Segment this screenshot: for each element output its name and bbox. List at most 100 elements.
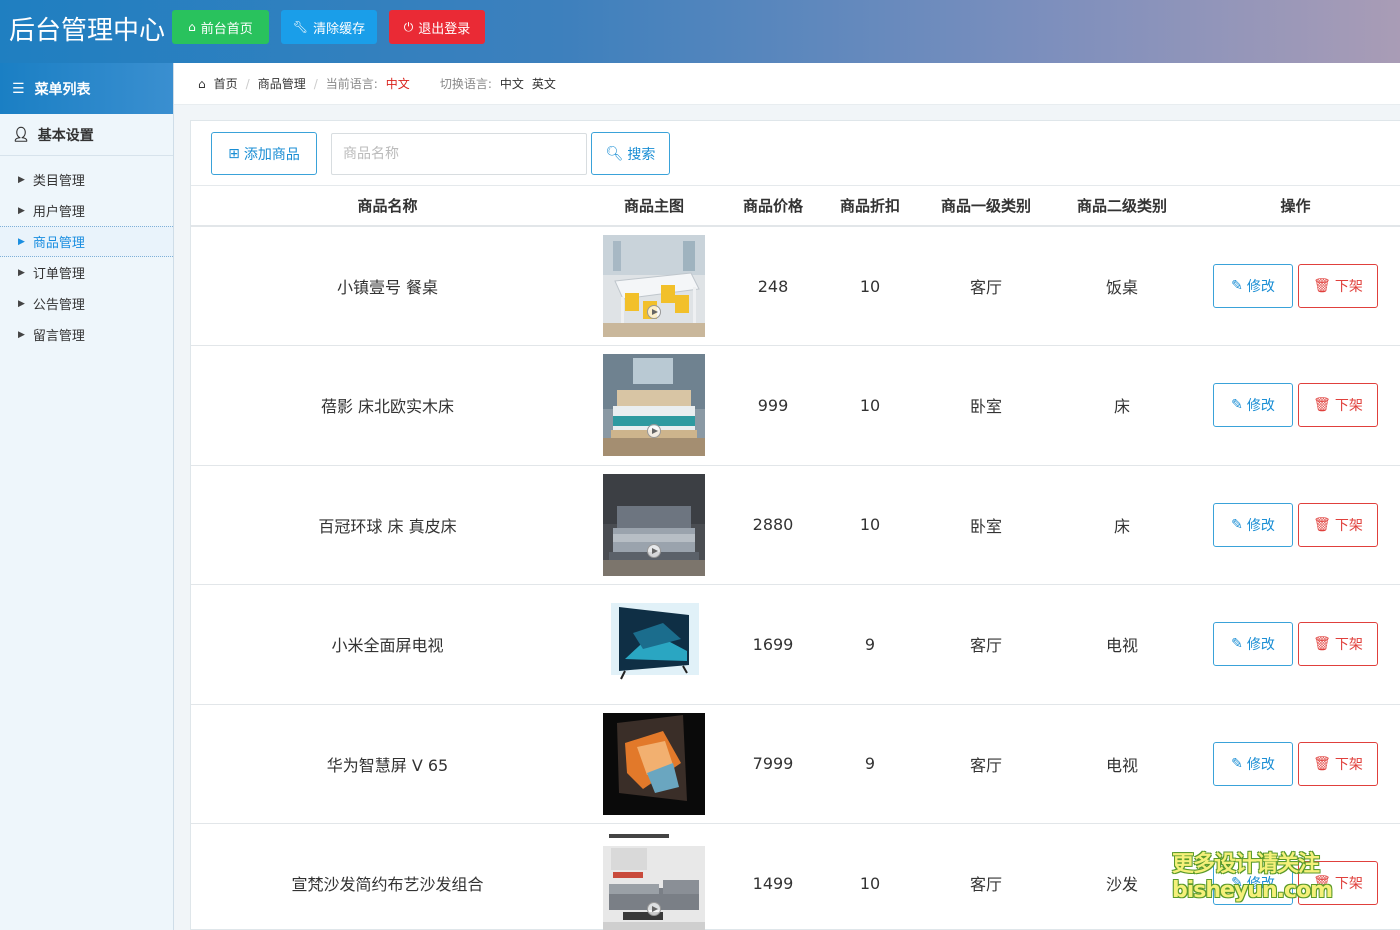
table-row: 蓓影 床北欧实木床 999 10 卧室 床 ✎ 修改 🗑︎ 下架 [191, 345, 1400, 466]
product-name: 小米全面屏电视 [191, 584, 584, 705]
product-discount: 10 [822, 823, 918, 930]
product-category2: 床 [1054, 345, 1190, 466]
edit-icon: ✎ [1231, 636, 1243, 653]
delist-button[interactable]: 🗑︎ 下架 [1298, 383, 1378, 428]
breadcrumb-current[interactable]: 商品管理 [258, 75, 306, 92]
power-icon: ⏻ [403, 19, 414, 34]
sidebar-item-category[interactable]: ▶ 类目管理 [0, 164, 173, 195]
logout-button[interactable]: ⏻ 退出登录 [389, 10, 485, 44]
edit-button[interactable]: ✎ 修改 [1213, 741, 1293, 786]
edit-button[interactable]: ✎ 修改 [1213, 383, 1293, 428]
product-image-wood-bed[interactable] [603, 354, 705, 457]
home-button[interactable]: ⌂ 前台首页 [172, 10, 269, 44]
caret-right-icon: ▶ [18, 267, 25, 278]
product-discount: 10 [822, 345, 918, 466]
product-image-tv-blue[interactable] [603, 593, 705, 696]
delist-label: 下架 [1334, 398, 1363, 415]
product-category1: 客厅 [918, 823, 1054, 930]
product-category1: 卧室 [918, 465, 1054, 585]
product-category1: 卧室 [918, 345, 1054, 466]
switch-language-zh[interactable]: 中文 [500, 75, 524, 92]
edit-icon: ✎ [1231, 278, 1243, 294]
play-icon [647, 543, 661, 558]
home-icon: ⌂ [198, 76, 206, 91]
product-image-dining-table[interactable] [603, 235, 705, 337]
product-name: 小镇壹号 餐桌 [191, 226, 584, 346]
table-row: 小镇壹号 餐桌 248 10 客厅 饭桌 ✎ 修改 🗑︎ 下架 [191, 226, 1400, 346]
breadcrumb-separator: / [245, 76, 250, 91]
section-label: 基本设置 [37, 127, 94, 144]
caret-right-icon: ▶ [18, 174, 25, 185]
product-image-tv-orange[interactable] [603, 712, 705, 815]
product-category2: 电视 [1054, 704, 1190, 824]
trash-icon: 🗑︎ [1313, 636, 1331, 653]
top-header: 后台管理中心 ⌂ 前台首页 🔧︎ 清除缓存 ⏻ 退出登录 [0, 0, 1400, 63]
product-discount: 10 [822, 465, 918, 585]
sidebar-item-messages[interactable]: ▶ 留言管理 [0, 319, 173, 350]
product-discount: 9 [822, 584, 918, 705]
breadcrumb-separator: / [313, 76, 318, 91]
column-header-category2: 商品二级类别 [1054, 186, 1190, 227]
product-table: 商品名称 商品主图 商品价格 商品折扣 商品一级类别 商品二级类别 操作 小镇壹… [191, 186, 1400, 930]
user-icon: 👤︎ [12, 126, 30, 143]
add-product-label: 添加商品 [243, 146, 300, 163]
product-category2: 床 [1054, 465, 1190, 585]
product-category2: 饭桌 [1054, 226, 1190, 346]
sidebar-item-label: 用户管理 [32, 205, 85, 220]
edit-label: 修改 [1246, 637, 1275, 654]
edit-button[interactable]: ✎ 修改 [1213, 502, 1293, 547]
wrench-icon: 🔧︎ [292, 20, 309, 34]
product-category2: 电视 [1054, 584, 1190, 705]
logout-label: 退出登录 [418, 21, 471, 37]
search-button[interactable]: 🔍︎ 搜索 [591, 132, 670, 175]
edit-button[interactable]: ✎ 修改 [1213, 264, 1293, 308]
product-image-leather-bed[interactable] [603, 473, 705, 576]
sidebar-item-products[interactable]: ▶ 商品管理 [0, 226, 173, 257]
menu-title: ☰ 菜单列表 [0, 63, 173, 114]
column-header-category1: 商品一级类别 [918, 186, 1054, 227]
product-image-sofa[interactable] [603, 832, 705, 930]
delist-label: 下架 [1334, 876, 1363, 893]
delist-button[interactable]: 🗑︎ 下架 [1298, 622, 1378, 667]
product-name: 百冠环球 床 真皮床 [191, 465, 584, 585]
edit-icon: ✎ [1231, 755, 1243, 772]
sidebar-item-notices[interactable]: ▶ 公告管理 [0, 288, 173, 319]
trash-icon: 🗑︎ [1313, 397, 1331, 414]
edit-label: 修改 [1246, 756, 1275, 773]
clear-cache-button[interactable]: 🔧︎ 清除缓存 [281, 10, 377, 44]
sidebar-item-label: 类目管理 [32, 174, 85, 189]
toolbar: ⊞ 添加商品 🔍︎ 搜索 [191, 121, 1400, 186]
watermark-line2: bisheyun.com [1172, 878, 1333, 903]
caret-right-icon: ▶ [18, 236, 25, 247]
delist-label: 下架 [1334, 279, 1363, 295]
product-name: 华为智慧屏 V 65 [191, 704, 584, 824]
column-header-image: 商品主图 [584, 186, 724, 227]
section-basic-settings[interactable]: 👤︎ 基本设置 [0, 114, 173, 156]
breadcrumb-home[interactable]: 首页 [214, 75, 238, 92]
search-icon: 🔍︎ [605, 145, 624, 162]
product-price: 1699 [724, 584, 822, 705]
column-header-discount: 商品折扣 [822, 186, 918, 227]
product-category2: 沙发 [1054, 823, 1190, 930]
sidebar-nav: ▶ 类目管理 ▶ 用户管理 ▶ 商品管理 ▶ 订单管理 ▶ 公告管理 ▶ 留言管理 [0, 164, 173, 350]
delist-button[interactable]: 🗑︎ 下架 [1298, 264, 1378, 308]
edit-button[interactable]: ✎ 修改 [1213, 622, 1293, 667]
switch-language-en[interactable]: 英文 [532, 75, 556, 92]
home-button-label: 前台首页 [200, 21, 253, 37]
delist-label: 下架 [1334, 756, 1363, 773]
table-header-row: 商品名称 商品主图 商品价格 商品折扣 商品一级类别 商品二级类别 操作 [191, 186, 1400, 227]
column-header-name: 商品名称 [191, 186, 584, 227]
switch-language-label: 切换语言: [439, 77, 492, 91]
product-price: 2880 [724, 465, 822, 585]
list-icon: ☰ [12, 80, 25, 97]
product-category1: 客厅 [918, 704, 1054, 824]
caret-right-icon: ▶ [18, 298, 25, 309]
clear-cache-label: 清除缓存 [313, 21, 366, 37]
delist-button[interactable]: 🗑︎ 下架 [1298, 741, 1378, 786]
delist-button[interactable]: 🗑︎ 下架 [1298, 502, 1378, 547]
sidebar-item-orders[interactable]: ▶ 订单管理 [0, 257, 173, 288]
product-name-search-input[interactable] [331, 133, 587, 175]
sidebar-item-users[interactable]: ▶ 用户管理 [0, 195, 173, 226]
add-product-button[interactable]: ⊞ 添加商品 [211, 132, 317, 175]
column-header-price: 商品价格 [724, 186, 822, 227]
